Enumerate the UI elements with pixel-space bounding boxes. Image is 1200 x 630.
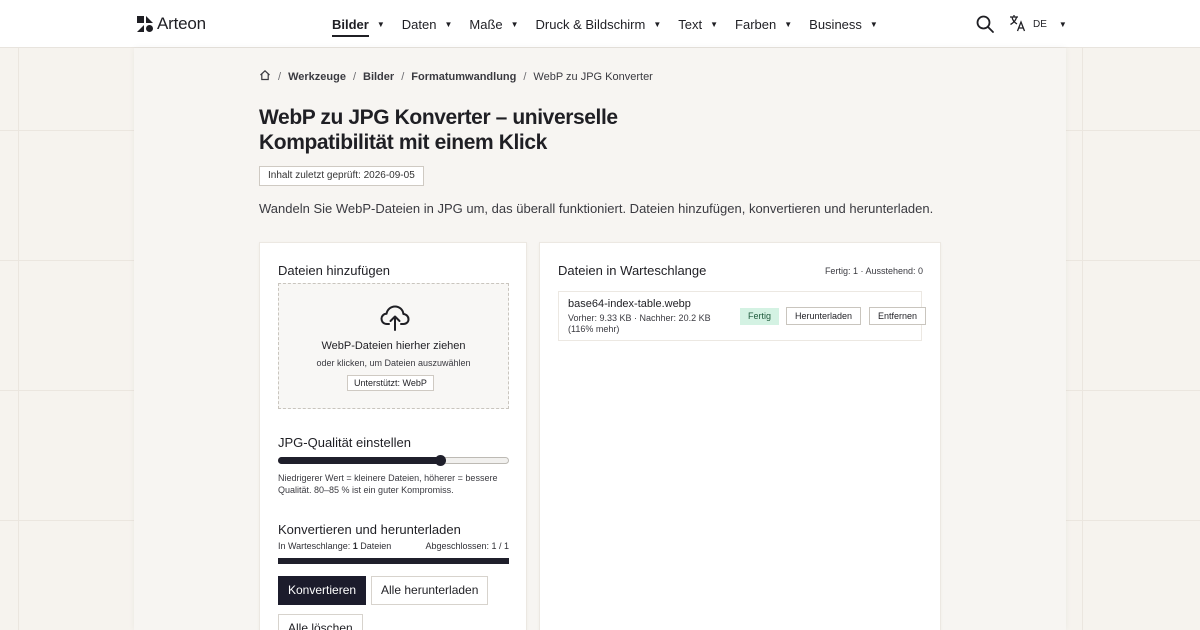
breadcrumb-current: WebP zu JPG Konverter [533,70,653,83]
dropzone-subtitle: oder klicken, um Dateien auszuwählen [316,358,471,368]
download-all-button[interactable]: Alle herunterladen [371,576,489,605]
brand-logo-icon [137,16,153,32]
nav-label: Text [678,16,703,32]
nav-item-text[interactable]: Text ▼ [678,0,718,48]
breadcrumb-item-werkzeuge[interactable]: Werkzeuge [288,71,346,83]
cloud-upload-icon [380,304,410,332]
nav-item-masse[interactable]: Maße ▼ [469,0,518,48]
caret-down-icon: ▼ [1058,20,1067,29]
caret-down-icon: ▼ [784,19,793,29]
caret-down-icon: ▼ [444,19,453,29]
queue-count-text: In Warteschlange: 1 Dateien [278,541,391,551]
quality-slider[interactable] [278,455,509,466]
breadcrumb-separator: / [352,70,356,83]
queue-stats: Fertig: 1 · Ausstehend: 0 [824,265,923,276]
search-icon[interactable] [975,14,995,34]
caret-down-icon: ▼ [510,19,519,29]
remove-file-button[interactable]: Entfernen [869,307,927,325]
brand-name: Arteon [157,14,206,33]
nav-item-druck-bildschirm[interactable]: Druck & Bildschirm ▼ [536,0,662,48]
queue-count: 1 [352,541,358,551]
main-content: / Werkzeuge / Bilder / Formatumwandlung … [134,48,1066,630]
progress-fill [278,558,509,564]
nav-item-bilder[interactable]: Bilder ▼ [332,0,385,48]
quality-hint: Niedrigerer Wert = kleinere Dateien, höh… [278,473,498,495]
nav-label: Maße [469,16,503,32]
caret-down-icon: ▼ [376,19,385,29]
progress-meta: In Warteschlange: 1 Dateien Abgeschlosse… [278,541,509,551]
queue-header: Dateien in Warteschlange Fertig: 1 · Aus… [558,263,923,278]
caret-down-icon: ▼ [710,19,719,29]
supported-formats-chip: Unterstützt: WebP [347,375,434,391]
file-name: base64-index-table.webp [568,298,691,310]
queue-prefix: In Warteschlange: [278,541,351,551]
slider-fill [278,457,440,464]
dropzone-title: WebP-Dateien hierher ziehen [321,340,466,352]
breadcrumb-item-bilder[interactable]: Bilder [363,71,394,83]
download-file-button[interactable]: Herunterladen [786,307,862,325]
breadcrumb: / Werkzeuge / Bilder / Formatumwandlung … [259,69,653,84]
page-lead: Wandeln Sie WebP-Dateien in JPG um, das … [259,201,934,216]
convert-button[interactable]: Konvertieren [278,576,367,605]
nav-item-business[interactable]: Business ▼ [809,0,878,48]
upload-panel: Dateien hinzufügen WebP-Dateien hierher … [259,242,527,630]
breadcrumb-separator: / [401,70,405,83]
language-code: DE [1033,19,1047,30]
conversion-progress-bar [278,558,509,564]
file-dropzone[interactable]: WebP-Dateien hierher ziehen oder klicken… [278,283,509,409]
slider-thumb[interactable] [434,455,446,466]
clear-all-button[interactable]: Alle löschen [278,614,363,630]
file-size-info: Vorher: 9.33 KB · Nachher: 20.2 KB (116%… [568,313,711,334]
home-icon[interactable] [259,69,271,84]
nav-label: Druck & Bildschirm [535,16,646,32]
queue-suffix: Dateien [360,541,392,551]
nav-label: Bilder [332,17,369,37]
queue-list-item: base64-index-table.webp Vorher: 9.33 KB … [558,291,927,341]
breadcrumb-separator: / [278,70,282,83]
nav-item-daten[interactable]: Daten ▼ [402,0,453,48]
top-navigation-bar: Arteon Bilder ▼ Daten ▼ Maße ▼ Druck & B… [0,0,1200,48]
main-nav: Bilder ▼ Daten ▼ Maße ▼ Druck & Bildschi… [332,0,895,48]
caret-down-icon: ▼ [653,19,662,29]
quality-heading: JPG-Qualität einstellen [278,435,411,450]
nav-label: Daten [401,16,437,32]
nav-label: Farben [735,16,777,32]
translate-icon [1009,14,1027,35]
review-date-badge: Inhalt zuletzt geprüft: 2026-09-05 [259,166,424,186]
page-title: WebP zu JPG Konverter – universelle Komp… [259,106,618,154]
queue-heading: Dateien in Warteschlange [558,263,707,278]
upload-heading: Dateien hinzufügen [278,263,391,278]
brand-logo[interactable]: Arteon [137,14,206,34]
language-selector[interactable]: DE ▼ [1009,14,1067,35]
status-badge: Fertig [740,308,780,325]
completed-count: Abgeschlossen: 1 / 1 [425,541,509,551]
breadcrumb-item-formatumwandlung[interactable]: Formatumwandlung [411,71,516,83]
breadcrumb-separator: / [523,70,527,83]
queue-panel: Dateien in Warteschlange Fertig: 1 · Aus… [539,242,941,630]
nav-item-farben[interactable]: Farben ▼ [735,0,792,48]
convert-heading: Konvertieren und herunterladen [278,522,461,537]
caret-down-icon: ▼ [869,19,878,29]
nav-label: Business [809,16,862,32]
